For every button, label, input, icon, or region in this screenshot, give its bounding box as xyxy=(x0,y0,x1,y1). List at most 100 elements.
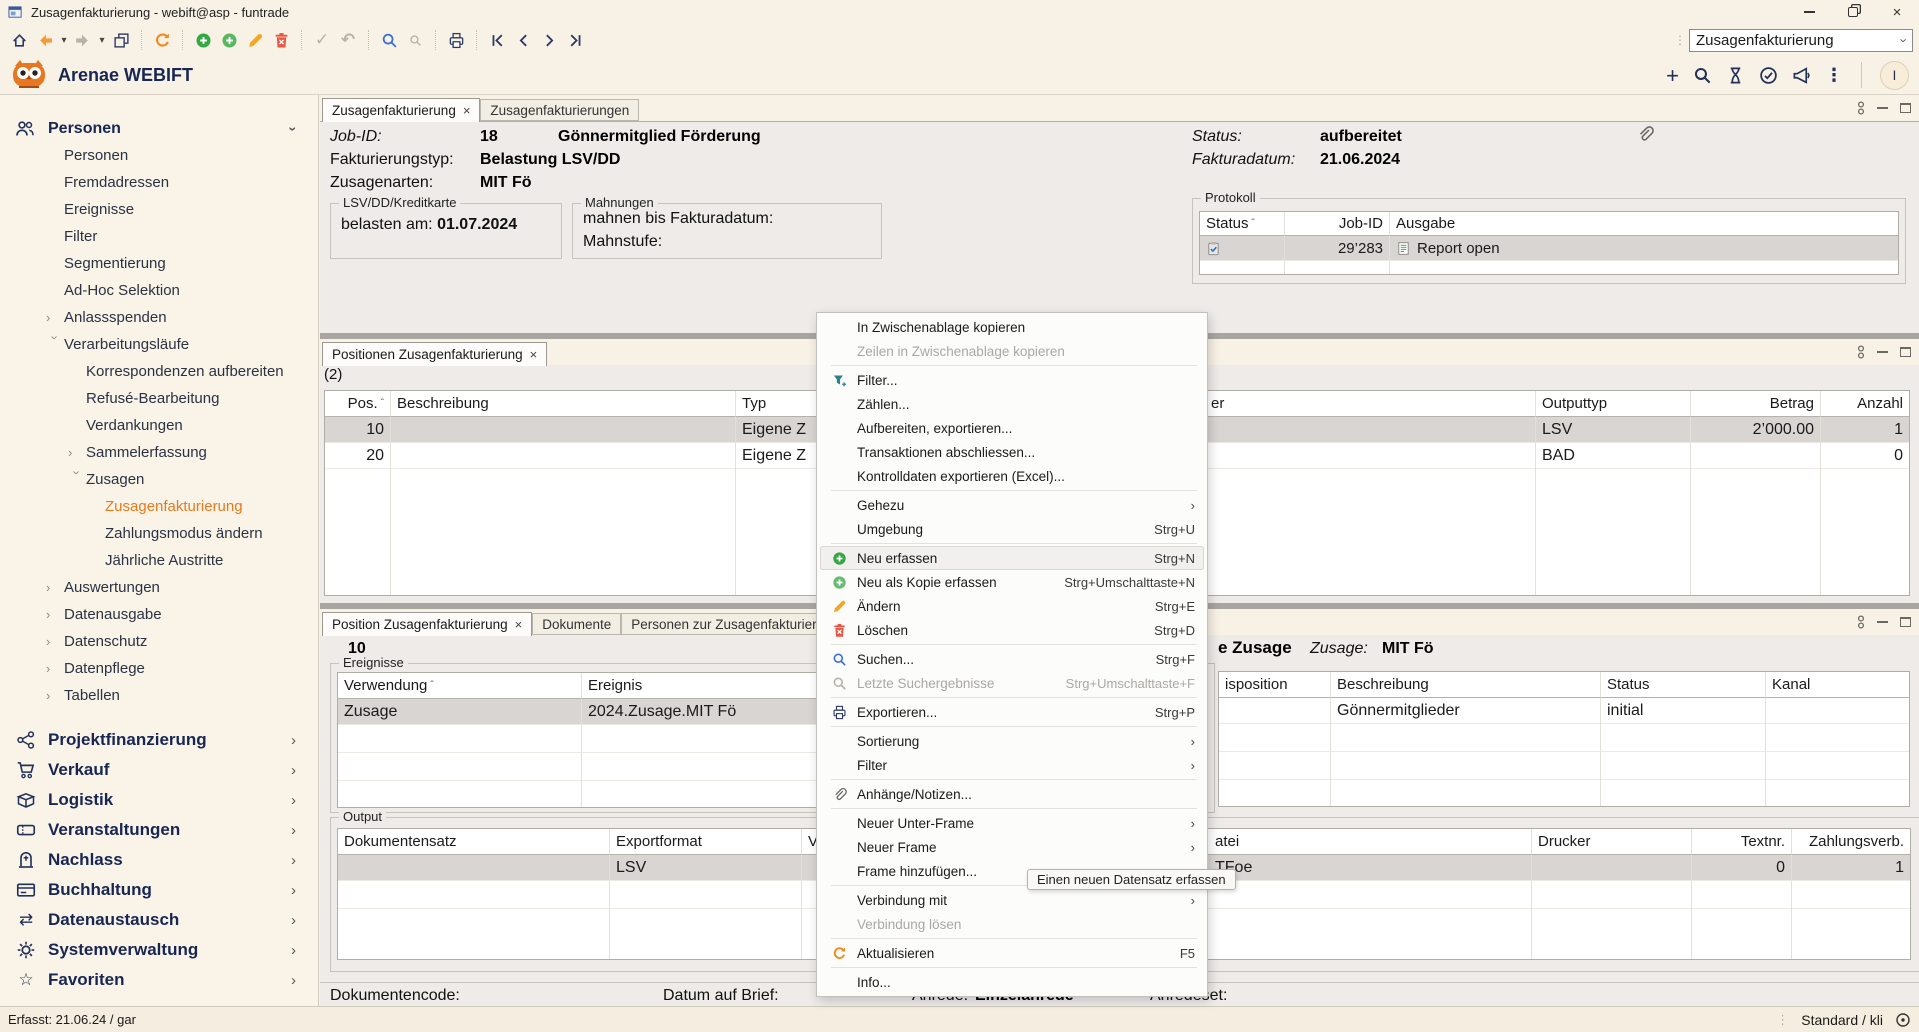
window-close-button[interactable]: × xyxy=(1875,0,1919,24)
table-cell-disposition[interactable] xyxy=(1219,698,1331,724)
table-cell-pos[interactable]: 20 xyxy=(325,443,391,469)
more-options-icon[interactable]: ⋮ xyxy=(1825,65,1843,86)
table-cell-anzahl[interactable]: 0 xyxy=(1821,443,1909,469)
chevron-right-icon[interactable]: › xyxy=(46,661,64,676)
panel-link-icon[interactable] xyxy=(1857,614,1865,630)
close-icon[interactable]: × xyxy=(463,103,471,118)
column-header-pos[interactable]: Pos.ˆ xyxy=(325,391,391,417)
sidebar-item-ereignisse[interactable]: Ereignisse xyxy=(0,196,318,223)
table-cell-anzahl[interactable]: 1 xyxy=(1821,417,1909,443)
menu-item-goto[interactable]: Gehezu› xyxy=(820,493,1204,517)
table-cell-beschreibung[interactable] xyxy=(391,417,736,443)
nav-prev-button[interactable] xyxy=(510,27,536,53)
column-header-beschreibung[interactable]: Beschreibung xyxy=(1331,672,1601,698)
search-icon[interactable] xyxy=(1693,66,1712,85)
confirm-button[interactable]: ✓ xyxy=(309,27,335,53)
chevron-right-icon[interactable]: › xyxy=(46,310,64,325)
table-cell-drucker[interactable] xyxy=(1532,855,1692,881)
table-cell-outputtyp[interactable]: BAD xyxy=(1536,443,1691,469)
back-history-dropdown[interactable]: ▾ xyxy=(58,35,70,46)
nav-first-button[interactable] xyxy=(484,27,510,53)
table-cell-verwendung[interactable]: Zusage xyxy=(338,699,582,725)
table-cell-zahlungsverb[interactable]: 1 xyxy=(1792,855,1910,881)
panel-maximize-icon[interactable] xyxy=(1900,103,1911,113)
tab-dokumente[interactable]: Dokumente xyxy=(532,613,621,635)
column-header-jobid[interactable]: Job-ID xyxy=(1285,212,1390,236)
sidebar-item-auswertungen[interactable]: ›Auswertungen xyxy=(0,574,318,601)
chevron-down-icon[interactable]: › xyxy=(70,471,85,489)
edit-button[interactable] xyxy=(242,27,268,53)
sidebar-item-adhoc-selektion[interactable]: Ad-Hoc Selektion xyxy=(0,277,318,304)
status-indicator-icon[interactable] xyxy=(1895,1012,1911,1028)
sidebar-module-nachlass[interactable]: Nachlass› xyxy=(0,845,318,875)
table-cell-textnr[interactable]: 0 xyxy=(1692,855,1792,881)
column-header-disposition-partial[interactable]: isposition xyxy=(1219,672,1331,698)
menu-item-prepare-export[interactable]: Aufbereiten, exportieren... xyxy=(820,416,1204,440)
back-button[interactable] xyxy=(32,27,58,53)
sidebar-module-veranstaltungen[interactable]: Veranstaltungen› xyxy=(0,815,318,845)
menu-item-new[interactable]: Neu erfassenStrg+N xyxy=(820,546,1204,570)
menu-item-new-copy[interactable]: Neu als Kopie erfassenStrg+Umschalttaste… xyxy=(820,570,1204,594)
column-header-zahlungsverb[interactable]: Zahlungsverb. xyxy=(1792,829,1910,855)
menu-item-filter-dialog[interactable]: Filter... xyxy=(820,368,1204,392)
megaphone-icon[interactable] xyxy=(1792,66,1811,85)
sidebar-section-personen[interactable]: Personen › xyxy=(0,115,318,142)
menu-item-count[interactable]: Zählen... xyxy=(820,392,1204,416)
tab-positionen-zusagenfakturierung[interactable]: Positionen Zusagenfakturierung × xyxy=(322,342,547,366)
sidebar-item-zusagenfakturierung[interactable]: Zusagenfakturierung xyxy=(0,493,318,520)
sidebar-module-buchhaltung[interactable]: Buchhaltung› xyxy=(0,875,318,905)
tab-personen-zur-zusagenfakturierung[interactable]: Personen zur Zusagenfakturierung xyxy=(621,613,849,635)
search-small-button[interactable] xyxy=(402,27,428,53)
sidebar-item-verarbeitungslaeufe[interactable]: ›Verarbeitungsläufe xyxy=(0,331,318,358)
menu-item-edit[interactable]: ÄndernStrg+E xyxy=(820,594,1204,618)
table-cell-dokumentensatz[interactable] xyxy=(338,855,610,881)
panel-link-icon[interactable] xyxy=(1857,344,1865,360)
menu-item-new-subframe[interactable]: Neuer Unter-Frame› xyxy=(820,811,1204,835)
sidebar-item-zahlungsmodus[interactable]: Zahlungsmodus ändern xyxy=(0,520,318,547)
table-cell-pos[interactable]: 10 xyxy=(325,417,391,443)
menu-item-export[interactable]: Exportieren...Strg+P xyxy=(820,700,1204,724)
table-cell-jobid[interactable]: 29’283 xyxy=(1285,236,1390,261)
sidebar-item-anlassspenden[interactable]: ›Anlassspenden xyxy=(0,304,318,331)
table-cell-ausgabe[interactable]: Report open xyxy=(1390,236,1898,261)
menu-item-delete[interactable]: LöschenStrg+D xyxy=(820,618,1204,642)
sidebar-item-verdankungen[interactable]: Verdankungen xyxy=(0,412,318,439)
table-cell-outputtyp[interactable]: LSV xyxy=(1536,417,1691,443)
sidebar-item-segmentierung[interactable]: Segmentierung xyxy=(0,250,318,277)
menu-item-environment[interactable]: UmgebungStrg+U xyxy=(820,517,1204,541)
table-cell-status[interactable]: initial xyxy=(1601,698,1766,724)
sidebar-item-fremdadressen[interactable]: Fremdadressen xyxy=(0,169,318,196)
nav-last-button[interactable] xyxy=(562,27,588,53)
sidebar-item-sammelerfassung[interactable]: ›Sammelerfassung xyxy=(0,439,318,466)
table-cell-status[interactable] xyxy=(1200,236,1285,261)
forward-button[interactable] xyxy=(70,27,96,53)
panel-link-icon[interactable] xyxy=(1857,100,1865,116)
column-header-status[interactable]: Statusˆ xyxy=(1200,212,1285,236)
column-header-anzahl[interactable]: Anzahl xyxy=(1821,391,1909,417)
forward-history-dropdown[interactable]: ▾ xyxy=(96,35,108,46)
chevron-right-icon[interactable]: › xyxy=(46,634,64,649)
tab-zusagenfakturierungen[interactable]: Zusagenfakturierungen xyxy=(480,99,639,121)
sidebar-item-korrespondenzen[interactable]: Korrespondenzen aufbereiten xyxy=(0,358,318,385)
add-button[interactable]: + xyxy=(1666,66,1679,85)
context-selector-combobox[interactable]: Zusagenfakturierung › xyxy=(1689,29,1913,52)
panel-minimize-icon[interactable] xyxy=(1877,621,1888,623)
column-header-textnr[interactable]: Textnr. xyxy=(1692,829,1792,855)
menu-item-new-frame[interactable]: Neuer Frame› xyxy=(820,835,1204,859)
chevron-right-icon[interactable]: › xyxy=(46,688,64,703)
chevron-right-icon[interactable]: › xyxy=(46,607,64,622)
close-icon[interactable]: × xyxy=(515,617,523,632)
sidebar-item-datenschutz[interactable]: ›Datenschutz xyxy=(0,628,318,655)
table-cell-betrag[interactable] xyxy=(1691,443,1821,469)
column-header-kanal[interactable]: Kanal xyxy=(1766,672,1909,698)
table-cell-beschreibung[interactable]: Gönnermitglieder xyxy=(1331,698,1601,724)
tab-position-zusagenfakturierung[interactable]: Position Zusagenfakturierung × xyxy=(322,612,532,636)
column-header-exportformat[interactable]: Exportformat xyxy=(610,829,802,855)
menu-item-connect-with[interactable]: Verbindung mit› xyxy=(820,888,1204,912)
menu-item-copy-clipboard[interactable]: In Zwischenablage kopieren xyxy=(820,315,1204,339)
sidebar-item-refuse-bearbeitung[interactable]: Refusé-Bearbeitung xyxy=(0,385,318,412)
table-cell-betrag[interactable]: 2’000.00 xyxy=(1691,417,1821,443)
print-button[interactable] xyxy=(443,27,469,53)
chevron-down-icon[interactable]: › xyxy=(286,126,302,131)
sidebar-module-datenaustausch[interactable]: ⇄Datenaustausch› xyxy=(0,905,318,935)
